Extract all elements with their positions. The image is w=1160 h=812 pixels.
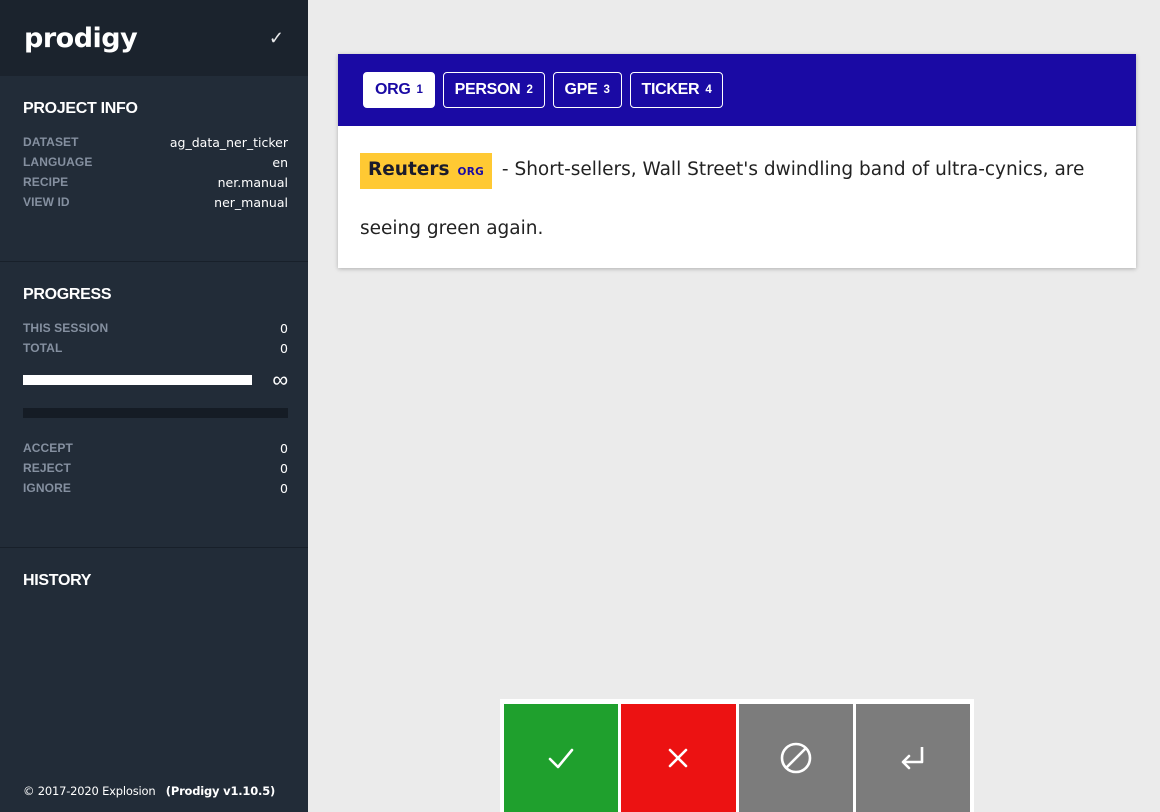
version-link[interactable]: (Prodigy v1.10.5): [166, 784, 275, 798]
stats: ACCEPT 0 REJECT 0 IGNORE 0: [23, 438, 288, 498]
view-id-value: ner_manual: [214, 194, 288, 210]
label-button-ticker[interactable]: TICKER 4: [629, 72, 724, 108]
progress-title: PROGRESS: [23, 286, 112, 303]
ignore-row: IGNORE 0: [23, 478, 288, 498]
reject-row: REJECT 0: [23, 458, 288, 478]
dataset-key: DATASET: [23, 135, 79, 149]
reject-button[interactable]: [621, 704, 736, 812]
total-key: TOTAL: [23, 341, 63, 355]
dataset-row: DATASET ag_data_ner_ticker: [23, 132, 288, 152]
language-row: LANGUAGE en: [23, 152, 288, 172]
dataset-value: ag_data_ner_ticker: [169, 134, 288, 150]
total-value: 0: [280, 340, 288, 356]
label-button-person[interactable]: PERSON 2: [442, 72, 545, 108]
label-key: 2: [526, 84, 533, 96]
accept-row: ACCEPT 0: [23, 438, 288, 458]
action-buttons: [500, 699, 974, 812]
accept-value: 0: [280, 440, 288, 456]
history-title: HISTORY: [23, 572, 92, 589]
entity-label: ORG: [457, 166, 485, 178]
project-info-title: PROJECT INFO: [23, 100, 138, 117]
session-bar: [23, 408, 288, 418]
view-id-row: VIEW ID ner_manual: [23, 192, 288, 212]
total-row: TOTAL 0: [23, 338, 288, 358]
this-session-key: THIS SESSION: [23, 321, 109, 335]
view-id-key: VIEW ID: [23, 195, 70, 209]
copyright: © 2017-2020 Explosion: [23, 784, 156, 798]
this-session-row: THIS SESSION 0: [23, 318, 288, 338]
recipe-row: RECIPE ner.manual: [23, 172, 288, 192]
undo-button[interactable]: [855, 704, 970, 812]
reject-key: REJECT: [23, 461, 71, 475]
entity-span[interactable]: Reuters ORG: [360, 153, 493, 189]
recipe-key: RECIPE: [23, 175, 69, 189]
label-key: 3: [603, 84, 610, 96]
project-info-section: PROJECT INFO DATASET ag_data_ner_ticker …: [0, 76, 308, 262]
label-bar: ORG 1 PERSON 2 GPE 3 TICKER 4: [338, 54, 1136, 126]
close-icon: [669, 748, 688, 768]
sidebar-header: prodigy ✓: [0, 0, 308, 76]
recipe-value: ner.manual: [217, 174, 288, 190]
label-name: ORG: [375, 81, 411, 98]
progress-section: PROGRESS THIS SESSION 0 TOTAL 0 ∞ ACCEPT…: [0, 262, 308, 548]
ban-icon: [780, 742, 811, 774]
sidebar: prodigy ✓ PROJECT INFO DATASET ag_data_n…: [0, 0, 308, 812]
label-key: 4: [705, 84, 712, 96]
ignore-value: 0: [280, 480, 288, 496]
ignore-key: IGNORE: [23, 481, 71, 495]
accept-button[interactable]: [504, 704, 619, 812]
entity-text: Reuters: [368, 159, 450, 180]
infinity-icon: ∞: [272, 367, 288, 392]
progress-bar-row: ∞: [23, 367, 288, 392]
accept-key: ACCEPT: [23, 441, 73, 455]
this-session-value: 0: [280, 320, 288, 336]
label-button-gpe[interactable]: GPE 3: [552, 72, 622, 108]
app-logo: prodigy: [24, 22, 138, 54]
label-name: GPE: [564, 81, 598, 98]
history-section: HISTORY: [0, 548, 308, 604]
language-key: LANGUAGE: [23, 155, 93, 169]
ignore-button[interactable]: [738, 704, 853, 812]
saved-check-icon: ✓: [268, 27, 284, 48]
progress-bar: [23, 375, 252, 385]
reject-value: 0: [280, 460, 288, 476]
task-paragraph: Reuters ORG - Short-sellers, Wall Street'…: [360, 140, 1114, 258]
return-icon: [901, 747, 924, 770]
check-icon: [548, 748, 574, 769]
footer: © 2017-2020 Explosion (Prodigy v1.10.5): [23, 784, 275, 798]
label-name: PERSON: [454, 81, 521, 98]
task-text[interactable]: Reuters ORG - Short-sellers, Wall Street'…: [338, 126, 1136, 284]
label-name: TICKER: [641, 81, 700, 98]
language-value: en: [272, 154, 288, 170]
label-key: 1: [416, 84, 423, 96]
annotation-card: ORG 1 PERSON 2 GPE 3 TICKER 4 Reuters ORG…: [338, 54, 1136, 268]
progress-bar-fill: [23, 375, 252, 385]
label-button-org[interactable]: ORG 1: [363, 72, 435, 108]
